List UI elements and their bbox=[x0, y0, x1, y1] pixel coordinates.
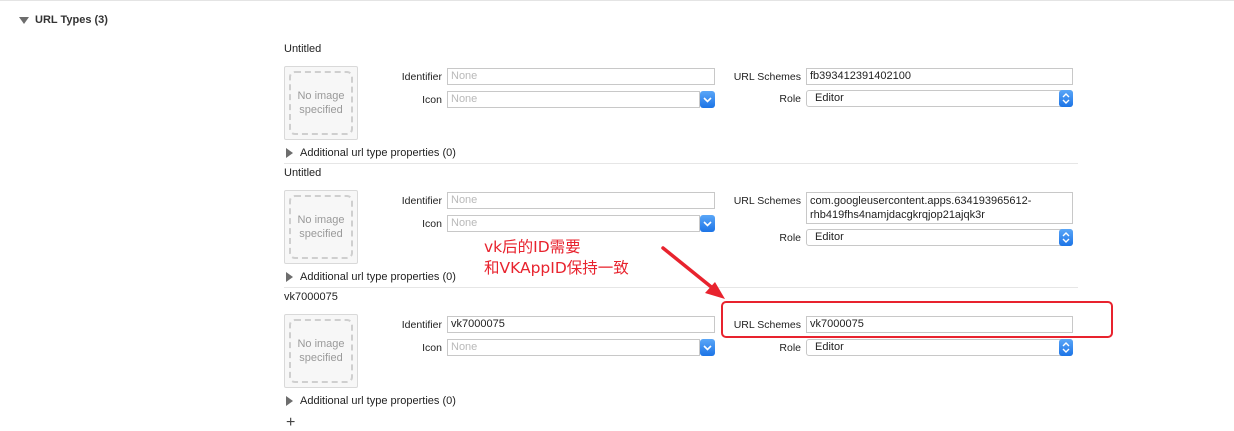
icon-field[interactable]: None bbox=[447, 215, 700, 232]
additional-properties[interactable]: Additional url type properties (0) bbox=[286, 271, 456, 283]
icon-combo[interactable]: None bbox=[447, 339, 715, 356]
role-value: Editor bbox=[815, 92, 844, 104]
entry-title: Untitled bbox=[284, 43, 322, 55]
role-popup[interactable]: Editor bbox=[806, 229, 1073, 246]
image-well[interactable]: No image specified bbox=[284, 314, 358, 388]
annotation-line-2: 和VKAppID保持一致 bbox=[484, 259, 629, 277]
icon-label: Icon bbox=[422, 218, 442, 230]
icon-field[interactable]: None bbox=[447, 91, 700, 108]
updown-chevrons-icon[interactable] bbox=[1059, 339, 1073, 356]
identifier-label: Identifier bbox=[401, 195, 442, 207]
top-divider bbox=[0, 0, 1234, 1]
additional-properties[interactable]: Additional url type properties (0) bbox=[286, 395, 456, 407]
icon-combo[interactable]: None bbox=[447, 215, 715, 232]
section-header[interactable]: URL Types (3) bbox=[19, 14, 108, 26]
image-placeholder-text: No image specified bbox=[289, 195, 353, 259]
image-placeholder-text: No image specified bbox=[289, 319, 353, 383]
highlight-box bbox=[721, 301, 1113, 338]
chevron-down-icon[interactable] bbox=[700, 215, 715, 232]
additional-properties-label: Additional url type properties (0) bbox=[300, 147, 456, 159]
chevron-down-icon[interactable] bbox=[700, 339, 715, 356]
role-value: Editor bbox=[815, 341, 844, 353]
entry-title: vk7000075 bbox=[284, 291, 338, 303]
url-schemes-label: URL Schemes bbox=[733, 71, 801, 83]
icon-label: Icon bbox=[422, 342, 442, 354]
identifier-field[interactable]: vk7000075 bbox=[447, 316, 715, 333]
icon-label: Icon bbox=[422, 94, 442, 106]
annotation-text: vk后的ID需要 和VKAppID保持一致 bbox=[484, 237, 629, 279]
additional-properties[interactable]: Additional url type properties (0) bbox=[286, 147, 456, 159]
disclosure-collapsed-icon[interactable] bbox=[286, 148, 293, 158]
disclosure-collapsed-icon[interactable] bbox=[286, 396, 293, 406]
image-well[interactable]: No image specified bbox=[284, 190, 358, 264]
updown-chevrons-icon[interactable] bbox=[1059, 229, 1073, 246]
url-schemes-field[interactable]: fb393412391402100 bbox=[806, 68, 1073, 85]
icon-combo[interactable]: None bbox=[447, 91, 715, 108]
chevron-down-icon[interactable] bbox=[700, 91, 715, 108]
identifier-field[interactable]: None bbox=[447, 192, 715, 209]
role-label: Role bbox=[779, 93, 801, 105]
url-schemes-field[interactable]: com.googleusercontent.apps.634193965612-… bbox=[806, 192, 1073, 224]
entry-divider bbox=[284, 163, 1078, 164]
annotation-line-1: vk后的ID需要 bbox=[484, 238, 581, 256]
disclosure-expanded-icon[interactable] bbox=[19, 16, 29, 24]
role-label: Role bbox=[779, 232, 801, 244]
role-value: Editor bbox=[815, 231, 844, 243]
icon-field[interactable]: None bbox=[447, 339, 700, 356]
updown-chevrons-icon[interactable] bbox=[1059, 90, 1073, 107]
identifier-label: Identifier bbox=[401, 319, 442, 331]
identifier-field[interactable]: None bbox=[447, 68, 715, 85]
disclosure-collapsed-icon[interactable] bbox=[286, 272, 293, 282]
add-url-type-button[interactable]: + bbox=[286, 415, 295, 431]
additional-properties-label: Additional url type properties (0) bbox=[300, 395, 456, 407]
role-label: Role bbox=[779, 342, 801, 354]
role-popup[interactable]: Editor bbox=[806, 339, 1073, 356]
arrow-icon bbox=[661, 246, 725, 299]
role-popup[interactable]: Editor bbox=[806, 90, 1073, 107]
image-placeholder-text: No image specified bbox=[289, 71, 353, 135]
image-well[interactable]: No image specified bbox=[284, 66, 358, 140]
section-title: URL Types (3) bbox=[35, 14, 108, 26]
entry-title: Untitled bbox=[284, 167, 322, 179]
additional-properties-label: Additional url type properties (0) bbox=[300, 271, 456, 283]
url-schemes-label: URL Schemes bbox=[733, 195, 801, 207]
identifier-label: Identifier bbox=[401, 71, 442, 83]
